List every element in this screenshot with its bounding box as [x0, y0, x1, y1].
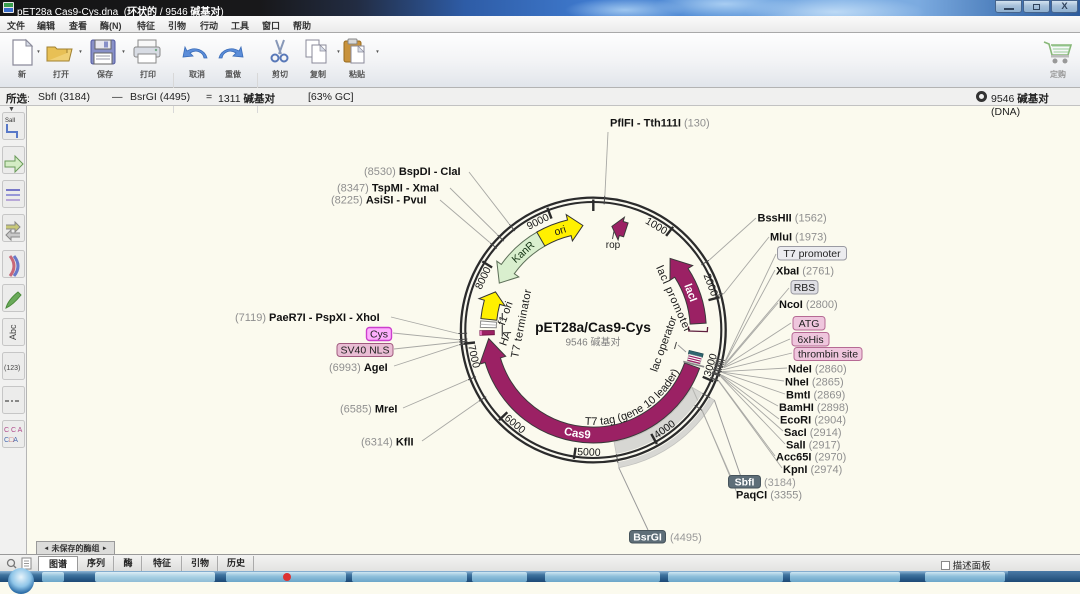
- svg-text:(7119) PaeR7I - PspXI - XhoI: (7119) PaeR7I - PspXI - XhoI: [235, 312, 380, 324]
- svg-text:KpnI (2974): KpnI (2974): [783, 464, 842, 476]
- svg-text:rop: rop: [606, 240, 621, 251]
- svg-text:BmtI (2869): BmtI (2869): [786, 390, 845, 402]
- svg-text:T7 promoter: T7 promoter: [783, 248, 841, 260]
- svg-text:(6585) MreI: (6585) MreI: [340, 404, 397, 416]
- svg-text:ATG: ATG: [799, 318, 820, 330]
- svg-text:5000: 5000: [577, 446, 601, 459]
- svg-text:9546 碱基对: 9546 碱基对: [565, 336, 620, 349]
- svg-text:(8225) AsiSI - PvuI: (8225) AsiSI - PvuI: [331, 195, 426, 207]
- svg-text:BamHI (2898): BamHI (2898): [779, 402, 849, 414]
- svg-text:XbaI (2761): XbaI (2761): [776, 266, 834, 278]
- svg-text:pET28a/Cas9-Cys: pET28a/Cas9-Cys: [535, 320, 651, 335]
- svg-text:NcoI (2800): NcoI (2800): [779, 299, 838, 311]
- svg-text:(4495): (4495): [670, 532, 702, 544]
- svg-text:T7 terminator: T7 terminator: [509, 288, 534, 359]
- svg-text:2000: 2000: [701, 272, 721, 298]
- svg-text:BsrGI: BsrGI: [633, 532, 662, 544]
- svg-text:Acc65I (2970): Acc65I (2970): [776, 452, 846, 464]
- svg-text:MluI (1973): MluI (1973): [770, 232, 827, 244]
- svg-text:(8347) TspMI - XmaI: (8347) TspMI - XmaI: [337, 183, 439, 195]
- svg-text:Cys: Cys: [370, 329, 388, 341]
- svg-text:PaqCI (3355): PaqCI (3355): [736, 490, 802, 502]
- svg-text:(6314) KflI: (6314) KflI: [361, 437, 414, 449]
- svg-text:PflFI - Tth111I (130): PflFI - Tth111I (130): [610, 118, 710, 130]
- svg-text:(8530) BspDI - ClaI: (8530) BspDI - ClaI: [364, 166, 461, 178]
- svg-text:(6993) AgeI: (6993) AgeI: [329, 362, 388, 374]
- svg-text:EcoRI (2904): EcoRI (2904): [780, 415, 846, 427]
- svg-text:SalI (2917): SalI (2917): [786, 440, 840, 452]
- svg-text:NdeI (2860): NdeI (2860): [788, 364, 847, 376]
- svg-text:(3184): (3184): [764, 477, 796, 489]
- svg-text:BssHII (1562): BssHII (1562): [758, 213, 827, 225]
- svg-text:SV40 NLS: SV40 NLS: [340, 345, 389, 357]
- svg-text:SacI (2914): SacI (2914): [784, 427, 842, 439]
- svg-text:thrombin site: thrombin site: [798, 349, 858, 361]
- svg-text:RBS: RBS: [794, 282, 816, 294]
- svg-text:lac operator: lac operator: [649, 315, 680, 374]
- svg-text:6xHis: 6xHis: [797, 334, 823, 346]
- svg-text:SbfI: SbfI: [735, 477, 755, 489]
- svg-text:NheI (2865): NheI (2865): [785, 377, 844, 389]
